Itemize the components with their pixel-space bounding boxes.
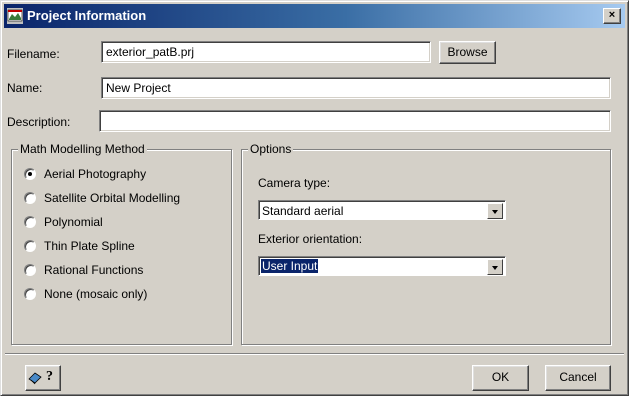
options-group: Options Camera type: Standard aerial Ext…	[241, 142, 611, 345]
math-modelling-title: Math Modelling Method	[18, 142, 147, 156]
cancel-button[interactable]: Cancel	[545, 365, 611, 391]
radio-button[interactable]	[24, 168, 36, 180]
exterior-orientation-label: Exterior orientation:	[258, 232, 363, 246]
radio-label: None (mosaic only)	[44, 287, 148, 301]
radio-label: Thin Plate Spline	[44, 239, 135, 253]
browse-label: Browse	[447, 45, 488, 59]
filename-label: Filename:	[7, 47, 60, 61]
cancel-label: Cancel	[559, 370, 597, 384]
browse-button[interactable]: Browse	[439, 41, 496, 64]
description-input[interactable]	[99, 110, 611, 132]
camera-type-value: Standard aerial	[262, 204, 344, 218]
exterior-orientation-value: User Input	[259, 258, 320, 274]
close-button[interactable]: ×	[603, 8, 621, 24]
description-label: Description:	[7, 115, 71, 129]
camera-type-select[interactable]: Standard aerial	[258, 200, 506, 220]
radio-button[interactable]	[24, 264, 36, 276]
help-button[interactable]: ?	[25, 365, 61, 391]
title-bar[interactable]: Project Information ×	[4, 4, 625, 28]
filename-input[interactable]: exterior_patB.prj	[101, 41, 431, 63]
exterior-orientation-select[interactable]: User Input	[258, 256, 506, 276]
radio-button[interactable]	[24, 192, 36, 204]
radio-button[interactable]	[24, 288, 36, 300]
close-icon: ×	[608, 9, 616, 21]
chevron-down-icon[interactable]	[487, 259, 503, 275]
chevron-down-icon[interactable]	[487, 203, 503, 219]
radio-label: Satellite Orbital Modelling	[44, 191, 181, 205]
options-title: Options	[248, 142, 294, 156]
ok-label: OK	[491, 370, 510, 384]
math-modelling-group: Math Modelling Method Aerial Photography…	[11, 142, 232, 345]
filename-value: exterior_patB.prj	[106, 45, 195, 59]
ok-button[interactable]: OK	[472, 365, 529, 391]
footer-separator	[5, 353, 624, 355]
name-value: New Project	[106, 81, 171, 95]
radio-label: Aerial Photography	[44, 167, 147, 181]
radio-label: Polynomial	[44, 215, 103, 229]
dialog-title: Project Information	[27, 8, 147, 23]
camera-type-label: Camera type:	[258, 176, 331, 190]
name-input[interactable]: New Project	[101, 77, 611, 99]
help-question-icon: ?	[46, 369, 53, 384]
app-icon	[7, 8, 23, 24]
radio-button[interactable]	[24, 240, 36, 252]
name-label: Name:	[7, 81, 43, 95]
radio-label: Rational Functions	[44, 263, 144, 277]
radio-button[interactable]	[24, 216, 36, 228]
project-information-dialog: Project Information × Filename: exterior…	[0, 0, 629, 396]
